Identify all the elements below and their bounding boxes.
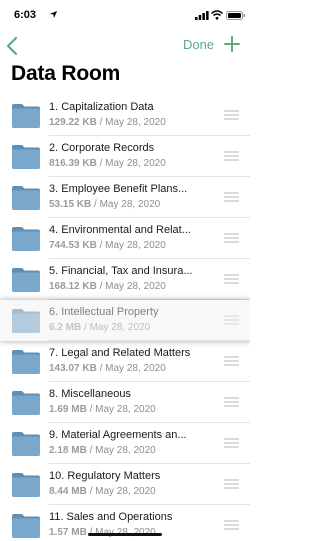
folder-name: 5. Financial, Tax and Insura... [49, 265, 193, 277]
folder-name: 11. Sales and Operations [49, 511, 173, 523]
reorder-handle-icon[interactable] [224, 479, 239, 489]
folder-meta: 2.18 MB / May 28, 2020 [49, 445, 156, 456]
folder-name: 2. Corporate Records [49, 142, 155, 154]
folder-name: 3. Employee Benefit Plans... [49, 183, 188, 195]
status-time: 6:03 [14, 9, 37, 21]
folder-icon [12, 391, 40, 415]
folder-size: 6.2 MB [49, 322, 82, 333]
folder-size: 168.12 KB [49, 281, 97, 292]
reorder-handle-icon[interactable] [224, 192, 239, 202]
folder-meta: 168.12 KB / May 28, 2020 [49, 281, 166, 292]
folder-meta: 8.44 MB / May 28, 2020 [49, 486, 156, 497]
folder-icon [12, 309, 40, 333]
battery-icon [226, 11, 245, 20]
folder-meta: 129.22 KB / May 28, 2020 [49, 117, 166, 128]
folder-row[interactable]: 6. Intellectual Property 6.2 MB / May 28… [0, 300, 250, 341]
folder-name: 1. Capitalization Data [49, 101, 154, 113]
back-chevron-icon[interactable] [4, 35, 22, 57]
folder-date: May 28, 2020 [105, 117, 166, 128]
folder-icon [12, 227, 40, 251]
folder-date: May 28, 2020 [99, 199, 161, 210]
reorder-handle-icon[interactable] [224, 110, 239, 120]
folder-icon [12, 104, 40, 128]
folder-name: 7. Legal and Related Matters [49, 347, 191, 359]
folder-date: May 28, 2020 [105, 363, 166, 374]
folder-row[interactable]: 9. Material Agreements an... 2.18 MB / M… [0, 423, 250, 464]
folder-row[interactable]: 5. Financial, Tax and Insura... 168.12 K… [0, 259, 250, 300]
folder-date: May 28, 2020 [89, 322, 151, 333]
folder-meta: 6.2 MB / May 28, 2020 [49, 322, 151, 333]
folder-icon [12, 514, 40, 538]
cellular-signal-icon [195, 11, 209, 20]
folder-date: May 28, 2020 [95, 445, 156, 456]
folder-icon [12, 186, 40, 210]
folder-name: 8. Miscellaneous [49, 388, 131, 400]
reorder-handle-icon[interactable] [224, 520, 239, 530]
row-separator [49, 340, 250, 341]
folder-icon [12, 432, 40, 456]
reorder-handle-icon[interactable] [224, 356, 239, 366]
folder-size: 2.18 MB [49, 445, 87, 456]
folder-date: May 28, 2020 [105, 158, 166, 169]
folder-size: 744.53 KB [49, 240, 97, 251]
folder-size: 8.44 MB [49, 486, 87, 497]
folder-name: 6. Intellectual Property [49, 306, 159, 318]
folder-meta: 53.15 KB / May 28, 2020 [49, 199, 161, 210]
folder-size: 143.07 KB [49, 363, 97, 374]
folder-size: 816.39 KB [49, 158, 97, 169]
home-indicator [88, 533, 162, 536]
folder-row[interactable]: 10. Regulatory Matters 8.44 MB / May 28,… [0, 464, 250, 505]
folder-size: 129.22 KB [49, 117, 97, 128]
folder-meta: 816.39 KB / May 28, 2020 [49, 158, 166, 169]
reorder-handle-icon[interactable] [224, 233, 239, 243]
reorder-handle-icon[interactable] [224, 315, 239, 325]
folder-icon [12, 268, 40, 292]
folder-date: May 28, 2020 [95, 486, 156, 497]
document-list: 1. Capitalization Data 129.22 KB / May 2… [0, 95, 250, 541]
reorder-handle-icon[interactable] [224, 274, 239, 284]
folder-icon [12, 145, 40, 169]
folder-size: 1.69 MB [49, 404, 87, 415]
folder-row[interactable]: 1. Capitalization Data 129.22 KB / May 2… [0, 95, 250, 136]
folder-name: 10. Regulatory Matters [49, 470, 161, 482]
folder-date: May 28, 2020 [105, 240, 166, 251]
folder-icon [12, 350, 40, 374]
reorder-handle-icon[interactable] [224, 397, 239, 407]
add-plus-icon[interactable] [224, 36, 240, 52]
folder-size: 53.15 KB [49, 199, 92, 210]
folder-meta: 744.53 KB / May 28, 2020 [49, 240, 166, 251]
folder-meta: 1.69 MB / May 28, 2020 [49, 404, 156, 415]
folder-row[interactable]: 4. Environmental and Relat... 744.53 KB … [0, 218, 250, 259]
folder-date: May 28, 2020 [95, 404, 156, 415]
reorder-handle-icon[interactable] [224, 151, 239, 161]
folder-row[interactable]: 7. Legal and Related Matters 143.07 KB /… [0, 341, 250, 382]
page-title: Data Room [11, 62, 121, 85]
folder-name: 9. Material Agreements an... [49, 429, 187, 441]
folder-row[interactable]: 3. Employee Benefit Plans... 53.15 KB / … [0, 177, 250, 218]
done-button[interactable]: Done [183, 37, 214, 52]
folder-meta: 143.07 KB / May 28, 2020 [49, 363, 166, 374]
folder-icon [12, 473, 40, 497]
folder-name: 4. Environmental and Relat... [49, 224, 191, 236]
location-arrow-icon [49, 10, 58, 19]
folder-row[interactable]: 8. Miscellaneous 1.69 MB / May 28, 2020 [0, 382, 250, 423]
folder-row[interactable]: 2. Corporate Records 816.39 KB / May 28,… [0, 136, 250, 177]
status-bar: 6:03 [0, 0, 250, 30]
navigation-bar: Done [0, 30, 250, 60]
reorder-handle-icon[interactable] [224, 438, 239, 448]
folder-date: May 28, 2020 [105, 281, 166, 292]
wifi-icon [211, 10, 223, 20]
folder-size: 1.57 MB [49, 527, 87, 538]
